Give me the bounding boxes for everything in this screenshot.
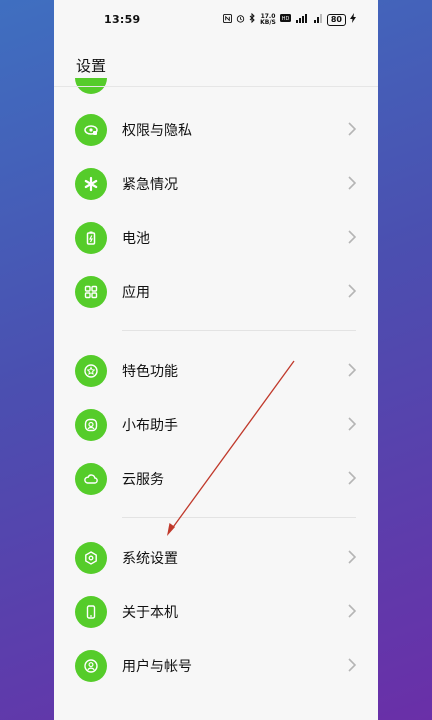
chevron-right-icon [348, 417, 356, 431]
chevron-right-icon [348, 176, 356, 190]
header-divider [54, 86, 378, 87]
settings-item-label: 小布助手 [122, 418, 178, 434]
nfc-icon [223, 13, 233, 26]
chevron-right-icon [348, 230, 356, 244]
emergency-icon [75, 168, 107, 200]
phone-icon [75, 596, 107, 628]
alarm-icon [236, 14, 245, 26]
svg-text:HD: HD [282, 16, 290, 22]
settings-item-label: 云服务 [122, 472, 164, 488]
chevron-right-icon [348, 363, 356, 377]
gear-hex-icon [75, 542, 107, 574]
cloud-icon [75, 463, 107, 495]
chevron-right-icon [348, 471, 356, 485]
settings-item-label: 紧急情况 [122, 177, 178, 193]
bluetooth-icon [249, 12, 256, 26]
settings-item-label: 权限与隐私 [122, 123, 192, 139]
battery-icon [75, 222, 107, 254]
settings-item-privacy[interactable]: 权限与隐私 [54, 103, 378, 157]
battery-indicator: 80 [326, 13, 346, 26]
star-icon [75, 355, 107, 387]
status-icons: 17.0 KB/S HD 80 [223, 12, 356, 26]
chevron-right-icon [348, 658, 356, 672]
page-title: 设置 [76, 57, 107, 75]
settings-item-battery[interactable]: 电池 [54, 211, 378, 265]
settings-item-label: 特色功能 [122, 364, 178, 380]
settings-item-label: 用户与帐号 [122, 659, 192, 675]
settings-item-emergency[interactable]: 紧急情况 [54, 157, 378, 211]
chevron-right-icon [348, 284, 356, 298]
settings-item-about[interactable]: 关于本机 [54, 585, 378, 639]
signal-icon [295, 13, 309, 26]
chevron-right-icon [348, 604, 356, 618]
settings-item-features[interactable]: 特色功能 [54, 344, 378, 398]
charging-icon [350, 13, 356, 26]
settings-item-cloud[interactable]: 云服务 [54, 452, 378, 506]
hd-icon: HD [279, 14, 291, 25]
apps-grid-icon [75, 276, 107, 308]
settings-item-label: 电池 [122, 231, 150, 247]
settings-item-label: 系统设置 [122, 551, 178, 567]
chevron-right-icon [348, 122, 356, 136]
settings-item-accounts[interactable]: 用户与帐号 [54, 639, 378, 693]
status-time: 13:59 [104, 13, 141, 26]
privacy-icon [75, 114, 107, 146]
settings-item-assistant[interactable]: 小布助手 [54, 398, 378, 452]
settings-item-label: 关于本机 [122, 605, 178, 621]
settings-item-system[interactable]: 系统设置 [54, 531, 378, 585]
status-bar: 13:59 17.0 KB/S HD 80 [54, 0, 378, 40]
chevron-right-icon [348, 550, 356, 564]
signal-2-icon [313, 13, 323, 26]
settings-item-apps[interactable]: 应用 [54, 265, 378, 319]
group-divider [122, 517, 356, 518]
settings-item-label: 应用 [122, 285, 150, 301]
net-speed: 17.0 KB/S [260, 12, 276, 26]
phone-screen: 13:59 17.0 KB/S HD 80 设置 权限与隐私 紧急情况 电池 应… [54, 0, 378, 720]
user-icon [75, 650, 107, 682]
group-divider [122, 330, 356, 331]
assistant-icon [75, 409, 107, 441]
